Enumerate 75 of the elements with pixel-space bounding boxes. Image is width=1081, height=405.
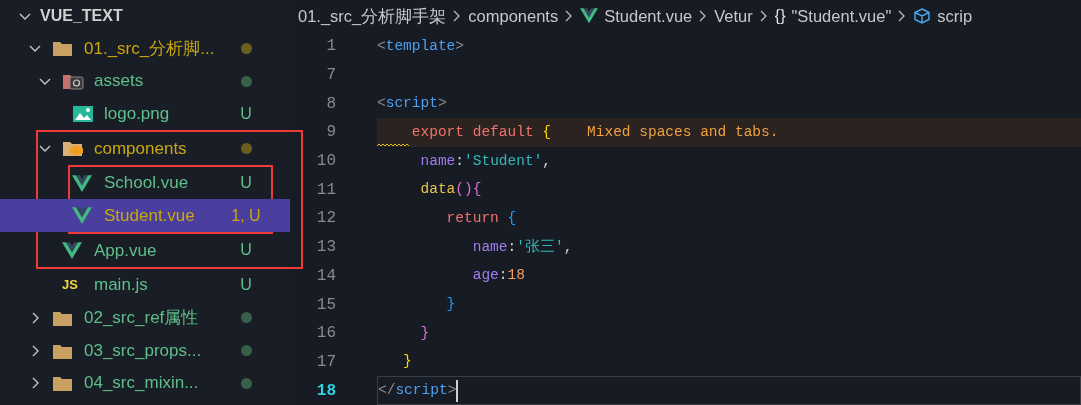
line-number: 12 [315, 208, 336, 230]
tree-item-label: components [94, 137, 188, 160]
code-line: name:'张三', [471, 238, 573, 256]
vue-logo-icon [62, 241, 82, 260]
git-status-label: U [240, 103, 252, 124]
line-number: 13 [315, 237, 336, 259]
js-icon: JS [62, 275, 84, 295]
folder-tree-item[interactable]: 02_src_ref属性 [0, 301, 290, 335]
line-number: 16 [315, 323, 336, 345]
tree-item-label: 01._src_分析脚... [84, 37, 216, 60]
tree-item-label: 04_src_mixin... [84, 372, 200, 395]
code-line: } [445, 296, 456, 314]
line-number: 15 [315, 294, 336, 316]
folder-tree-item[interactable]: 01._src_分析脚... [0, 32, 290, 65]
braces-icon: {} [774, 4, 786, 28]
code-line: age:18 [471, 267, 525, 285]
git-status-label: 1, U [231, 205, 261, 226]
vue-logo-icon [72, 174, 92, 192]
code-line: </script> [378, 382, 457, 400]
breadcrumb-item[interactable]: Vetur [714, 3, 753, 29]
file-tree-item[interactable]: App.vue U [0, 234, 290, 267]
code-line: <script> [377, 95, 447, 113]
diagnostic-message: Mixed spaces and tabs. [587, 123, 779, 141]
tree-item-label: Student.vue [104, 205, 196, 228]
folder-tree-item[interactable]: 03_src_props... [0, 334, 290, 367]
breadcrumb-item[interactable]: Student.vue [604, 3, 693, 29]
git-status-label: U [240, 173, 252, 194]
line-number: 10 [315, 151, 336, 173]
line-number: 8 [325, 93, 336, 115]
breadcrumb-item[interactable]: "Student.vue" [791, 3, 892, 29]
breadcrumb-item[interactable]: components [468, 3, 559, 29]
file-tree-item[interactable]: JS main.js U [0, 268, 290, 302]
folder-gear-icon [62, 72, 84, 91]
code-line: } [419, 324, 430, 342]
folder-icon [52, 374, 74, 393]
file-tree-item[interactable]: School.vue U [0, 166, 290, 200]
tree-item-label: School.vue [104, 172, 190, 195]
git-status-label: U [240, 240, 252, 261]
line-number: 9 [325, 122, 336, 144]
warning-squiggle [377, 142, 409, 147]
vue-logo-icon [580, 8, 599, 24]
vue-logo-icon [72, 207, 92, 225]
image-icon [72, 104, 94, 123]
text-cursor [456, 379, 459, 402]
line-number: 11 [315, 179, 336, 201]
line-number: 7 [325, 65, 336, 87]
tree-item-label: 03_src_props... [84, 339, 203, 362]
code-line: export default { [410, 123, 552, 141]
code-line: name:'Student', [419, 152, 552, 170]
folder-block-icon [62, 139, 84, 158]
breadcrumb-item[interactable]: 01._src_分析脚手架 [298, 3, 447, 29]
tree-item-label: 02_src_ref属性 [84, 307, 200, 330]
tree-item-label: logo.png [104, 102, 171, 125]
file-tree-item[interactable]: logo.png U [0, 97, 290, 131]
folder-icon [52, 39, 74, 58]
tree-item-label: main.js [94, 274, 149, 297]
code-line: } [402, 353, 412, 371]
git-status-label: U [240, 275, 252, 296]
folder-tree-item[interactable]: assets [0, 64, 290, 98]
line-number: 1 [325, 36, 336, 58]
explorer-title[interactable]: VUE_TEXT [40, 4, 123, 28]
chevron-right-icon [758, 9, 769, 23]
line-number: 18 [315, 380, 336, 402]
folder-tree-item[interactable]: 04_src_mixin... [0, 366, 290, 400]
tree-item-label: App.vue [94, 239, 158, 262]
line-number: 14 [315, 265, 336, 287]
file-tree-item[interactable]: Student.vue 1, U [0, 199, 290, 233]
folder-tree-item[interactable]: components [0, 132, 290, 165]
line-number: 17 [315, 351, 336, 373]
code-line: data(){ [419, 181, 482, 199]
cube-icon [913, 7, 932, 25]
code-line: <template> [377, 37, 465, 55]
tree-item-label: assets [94, 70, 145, 93]
breadcrumb-item[interactable]: scrip [937, 3, 973, 29]
code-line: return { [445, 209, 517, 227]
